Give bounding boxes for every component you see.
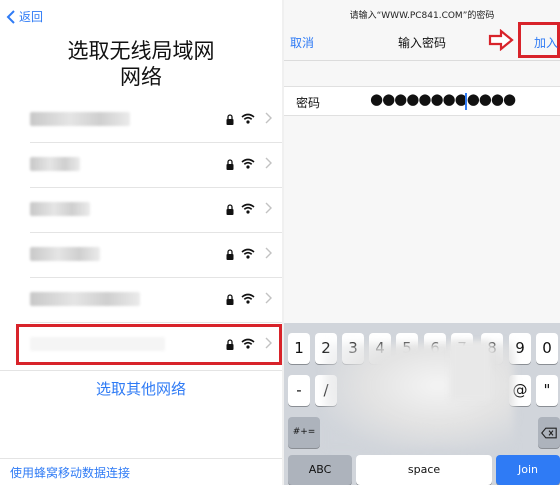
symbols-toggle-key[interactable]: #+=: [288, 417, 320, 448]
text-caret: [465, 93, 467, 110]
lock-icon: [226, 114, 234, 125]
chevron-right-icon: [265, 247, 272, 259]
divider: [0, 458, 282, 459]
back-label: 返回: [19, 10, 44, 24]
divider: [0, 370, 282, 371]
key-1[interactable]: 1: [288, 333, 310, 364]
chevron-left-icon: [6, 9, 15, 24]
blurred-network-name: [30, 157, 80, 171]
wifi-signal-icon: [241, 113, 255, 124]
lock-icon: [226, 159, 234, 170]
enter-password-screen: 请输入“WWW.PC841.COM”的密码 取消 输入密码 加入 密码 ●●●●…: [284, 0, 560, 485]
password-field-row[interactable]: 密码 ●●●●●●●●●●●●: [284, 86, 560, 116]
blurred-network-name: [30, 247, 100, 261]
page-title-line-2: 网络: [120, 65, 162, 89]
wifi-signal-icon: [241, 158, 255, 169]
chevron-right-icon: [265, 112, 272, 124]
page-title: 选取无线局域网 网络: [0, 38, 282, 90]
wifi-network-row[interactable]: [30, 143, 282, 188]
back-button[interactable]: 返回: [6, 8, 43, 25]
header-divider: [284, 60, 560, 61]
wifi-signal-icon: [241, 248, 255, 259]
key-minus[interactable]: -: [288, 375, 310, 406]
password-label: 密码: [296, 96, 321, 110]
abc-key[interactable]: ABC: [288, 455, 352, 485]
join-key[interactable]: Join: [496, 455, 560, 485]
password-prompt: 请输入“WWW.PC841.COM”的密码: [349, 11, 495, 21]
arrow-right-icon: [488, 29, 514, 51]
key-quote[interactable]: ": [536, 375, 558, 406]
choose-other-network-link[interactable]: 选取其他网络: [0, 378, 282, 399]
join-button[interactable]: 加入: [534, 34, 558, 51]
blurred-keys-region: [450, 341, 490, 401]
backspace-icon: [541, 427, 557, 439]
wifi-network-row[interactable]: [30, 278, 282, 323]
chevron-right-icon: [265, 202, 272, 214]
lock-icon: [226, 294, 234, 305]
wifi-signal-icon: [241, 293, 255, 304]
wifi-network-row[interactable]: [30, 233, 282, 278]
wifi-network-row[interactable]: [30, 188, 282, 233]
page-title-line-1: 选取无线局域网: [67, 39, 215, 63]
lock-icon: [226, 249, 234, 260]
blurred-network-name: [30, 292, 140, 306]
wifi-network-list-screen: 返回 选取无线局域网 网络 选取其他网络 使用蜂窝移动数据连接: [0, 0, 282, 485]
use-cellular-data-link[interactable]: 使用蜂窝移动数据连接: [10, 464, 130, 481]
chevron-right-icon: [265, 292, 272, 304]
key-0[interactable]: 0: [536, 333, 558, 364]
blurred-network-name: [30, 202, 90, 216]
chevron-right-icon: [265, 157, 272, 169]
wifi-signal-icon: [241, 203, 255, 214]
wifi-network-row[interactable]: [30, 98, 282, 143]
blurred-network-name: [30, 112, 130, 126]
on-screen-keyboard: 1 2 3 4 5 6 7 8 9 0 - / @ " #+= ABC spac…: [284, 323, 560, 485]
lock-icon: [226, 204, 234, 215]
selected-network-highlight: [16, 324, 282, 365]
password-input[interactable]: ●●●●●●●●●●●●: [370, 90, 516, 108]
delete-key[interactable]: [538, 417, 560, 448]
space-key[interactable]: space: [356, 455, 492, 485]
